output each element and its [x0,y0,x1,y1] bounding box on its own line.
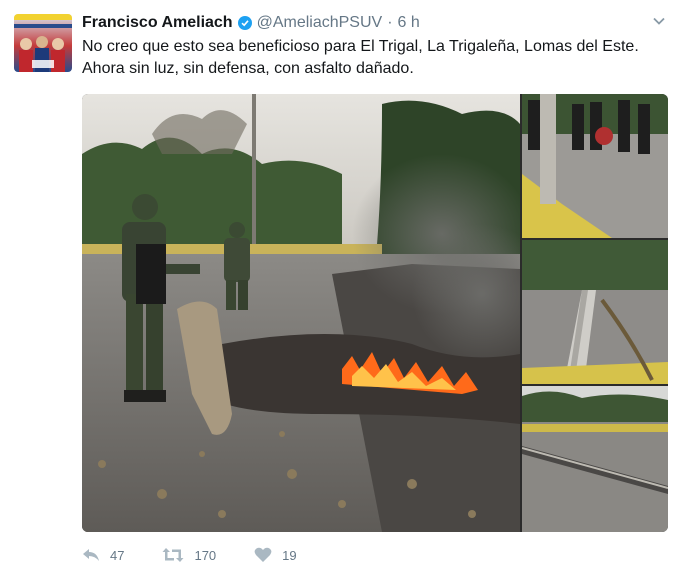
tweet-text-line: Ahora sin luz, sin defensa, con asfalto … [82,60,414,77]
reply-button[interactable]: 47 [82,547,124,563]
retweet-icon [162,548,184,562]
separator-dot: · [387,14,393,31]
photo-side-3[interactable] [522,386,668,532]
tweet-actions: 47 170 19 [82,544,335,566]
reply-count: 47 [110,547,125,563]
tweet-timestamp[interactable]: 6 h [398,14,420,32]
author-name[interactable]: Francisco Ameliach [82,14,233,32]
like-count: 19 [282,547,297,563]
reply-icon [83,549,99,561]
media-gallery [82,94,668,532]
like-button[interactable]: 19 [254,547,297,563]
verified-badge-icon [237,16,252,30]
retweet-button[interactable]: 170 [162,547,216,563]
tweet-text: No creo que esto sea beneficioso para El… [82,36,672,80]
photo-side-2[interactable] [522,240,668,384]
author-avatar[interactable] [14,14,72,72]
tweet-header: Francisco Ameliach @AmeliachPSUV · 6 h [82,12,670,34]
photo-side-1[interactable] [522,94,668,238]
author-handle[interactable]: @AmeliachPSUV [257,14,383,32]
heart-icon [254,547,272,562]
photo-main[interactable] [82,94,520,532]
tweet-text-line: No creo que esto sea beneficioso para El… [82,38,639,55]
chevron-down-icon[interactable] [652,14,666,28]
retweet-count: 170 [194,547,217,563]
